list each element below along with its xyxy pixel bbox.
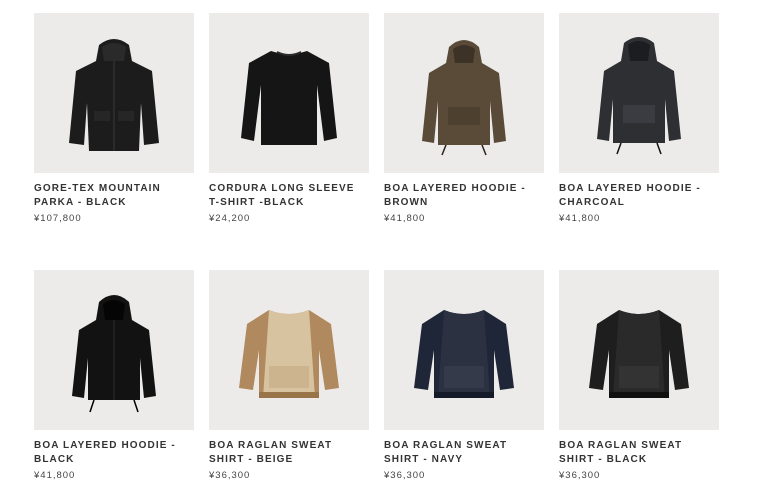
- product-card[interactable]: BOA RAGLAN SWEAT SHIRT - BLACK ¥36,300: [559, 270, 719, 481]
- product-card[interactable]: BOA LAYERED HOODIE - CHARCOAL ¥41,800: [559, 13, 719, 270]
- product-card[interactable]: GORE-TEX MOUNTAIN PARKA - BLACK ¥107,800: [34, 13, 194, 270]
- product-price: ¥41,800: [559, 213, 601, 224]
- product-card[interactable]: BOA LAYERED HOODIE - BROWN ¥41,800: [384, 13, 544, 270]
- product-price: ¥41,800: [384, 213, 426, 224]
- product-image-brown-anorak-hoodie[interactable]: [384, 13, 544, 173]
- product-name[interactable]: BOA RAGLAN SWEAT SHIRT - BLACK: [559, 439, 719, 467]
- product-card[interactable]: BOA LAYERED HOODIE - BLACK ¥41,800: [34, 270, 194, 481]
- product-grid: GORE-TEX MOUNTAIN PARKA - BLACK ¥107,800…: [34, 13, 719, 481]
- product-image-charcoal-anorak-hoodie[interactable]: [559, 13, 719, 173]
- product-card[interactable]: CORDURA LONG SLEEVE T-SHIRT -BLACK ¥24,2…: [209, 13, 369, 270]
- product-image-navy-raglan-sweatshirt[interactable]: [384, 270, 544, 430]
- product-image-black-raglan-sweatshirt[interactable]: [559, 270, 719, 430]
- product-price: ¥107,800: [34, 213, 82, 224]
- product-image-black-zip-hoodie[interactable]: [34, 270, 194, 430]
- product-name[interactable]: BOA RAGLAN SWEAT SHIRT - BEIGE: [209, 439, 369, 467]
- product-card[interactable]: BOA RAGLAN SWEAT SHIRT - NAVY ¥36,300: [384, 270, 544, 481]
- product-name[interactable]: BOA LAYERED HOODIE - CHARCOAL: [559, 182, 719, 210]
- product-card[interactable]: BOA RAGLAN SWEAT SHIRT - BEIGE ¥36,300: [209, 270, 369, 481]
- product-price: ¥41,800: [34, 470, 76, 481]
- product-price: ¥36,300: [209, 470, 251, 481]
- product-name[interactable]: GORE-TEX MOUNTAIN PARKA - BLACK: [34, 182, 194, 210]
- product-image-beige-raglan-sweatshirt[interactable]: [209, 270, 369, 430]
- product-price: ¥36,300: [559, 470, 601, 481]
- product-name[interactable]: BOA RAGLAN SWEAT SHIRT - NAVY: [384, 439, 544, 467]
- product-price: ¥36,300: [384, 470, 426, 481]
- product-price: ¥24,200: [209, 213, 251, 224]
- product-name[interactable]: CORDURA LONG SLEEVE T-SHIRT -BLACK: [209, 182, 369, 210]
- product-image-black-long-sleeve-tshirt[interactable]: [209, 13, 369, 173]
- product-name[interactable]: BOA LAYERED HOODIE - BLACK: [34, 439, 194, 467]
- product-name[interactable]: BOA LAYERED HOODIE - BROWN: [384, 182, 544, 210]
- product-image-black-hooded-parka[interactable]: [34, 13, 194, 173]
